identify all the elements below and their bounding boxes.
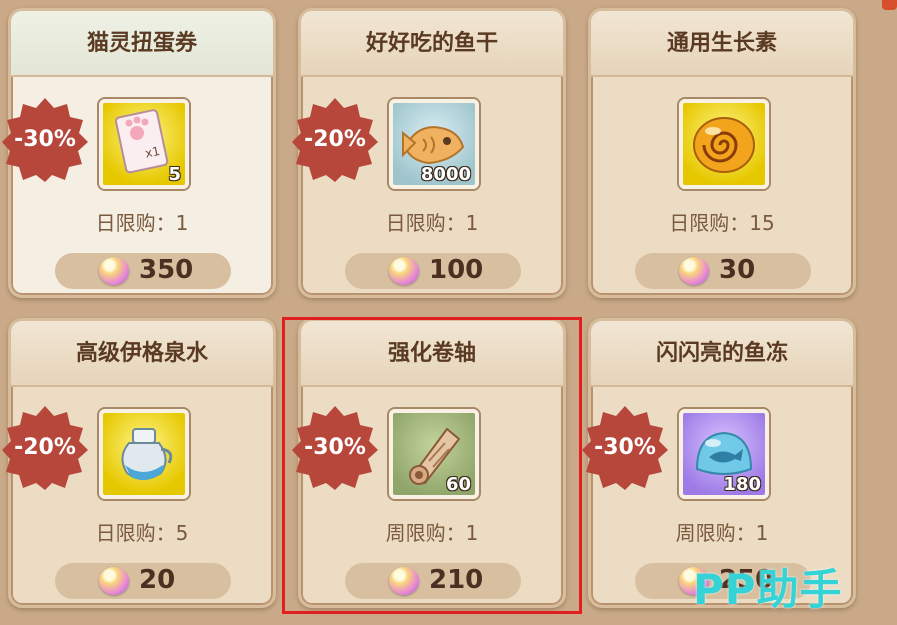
gem-currency-icon xyxy=(99,257,129,285)
item-icon-frame: 180 xyxy=(679,409,769,499)
price-button[interactable]: 100 xyxy=(345,253,521,289)
purchase-limit: 日限购：15 xyxy=(669,211,775,235)
shop-item-card[interactable]: 通用生长素 日限购：15 30 xyxy=(588,8,856,298)
item-icon-frame: 8000 xyxy=(389,99,479,189)
purchase-limit: 日限购：1 xyxy=(385,211,479,235)
price-button[interactable]: 20 xyxy=(55,563,231,599)
discount-label: -30% xyxy=(14,126,76,152)
item-icon-frame xyxy=(679,99,769,189)
svg-text:x1: x1 xyxy=(144,144,161,161)
item-title: 高级伊格泉水 xyxy=(11,321,273,387)
price-button[interactable]: 350 xyxy=(55,253,231,289)
item-icon-frame: 60 xyxy=(389,409,479,499)
purchase-limit: 日限购：5 xyxy=(95,521,189,545)
item-title: 通用生长素 xyxy=(591,11,853,77)
item-quantity: 60 xyxy=(445,474,471,495)
price-value: 20 xyxy=(139,565,176,595)
item-quantity: 8000 xyxy=(420,164,471,185)
price-value: 30 xyxy=(719,255,756,285)
price-button[interactable]: 210 xyxy=(345,563,521,599)
item-icon-frame: x1 5 xyxy=(99,99,189,189)
item-title: 好好吃的鱼干 xyxy=(301,11,563,77)
gem-currency-icon xyxy=(679,257,709,285)
discount-label: -20% xyxy=(304,126,366,152)
item-title: 猫灵扭蛋券 xyxy=(11,11,273,77)
price-button[interactable]: 30 xyxy=(635,253,811,289)
discount-label: -30% xyxy=(594,434,656,460)
purchase-limit: 周限购：1 xyxy=(675,521,769,545)
discount-label: -20% xyxy=(14,434,76,460)
item-quantity: 5 xyxy=(168,164,181,185)
item-title: 闪闪亮的鱼冻 xyxy=(591,321,853,387)
gem-currency-icon xyxy=(389,567,419,595)
gem-currency-icon xyxy=(389,257,419,285)
watermark: PP助手 xyxy=(693,565,843,614)
price-value: 350 xyxy=(139,255,194,285)
item-title: 强化卷轴 xyxy=(301,321,563,387)
corner-decoration xyxy=(882,0,897,10)
item-quantity: 180 xyxy=(723,474,761,495)
price-value: 210 xyxy=(429,565,484,595)
spring-water-jar-icon xyxy=(121,428,173,480)
gem-currency-icon xyxy=(99,567,129,595)
price-value: 100 xyxy=(429,255,484,285)
discount-label: -30% xyxy=(304,434,366,460)
item-icon-frame xyxy=(99,409,189,499)
growth-orb-icon xyxy=(693,117,755,173)
purchase-limit: 日限购：1 xyxy=(95,211,189,235)
purchase-limit: 周限购：1 xyxy=(385,521,479,545)
